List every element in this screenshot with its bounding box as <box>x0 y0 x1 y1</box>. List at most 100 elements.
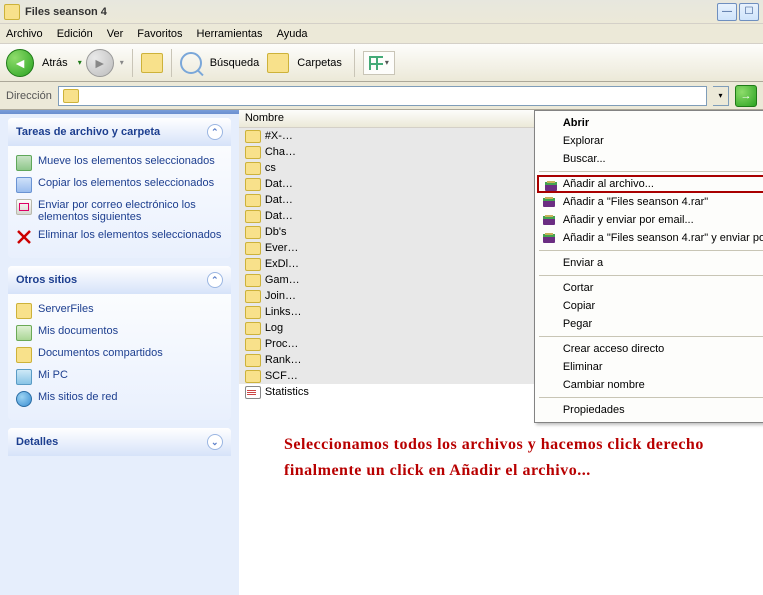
task-copy[interactable]: Copiar los elementos seleccionados <box>16 174 223 196</box>
tasks-panel-title: Tareas de archivo y carpeta <box>16 126 160 138</box>
details-panel: Detalles ⌄ <box>8 428 231 456</box>
cm-copy[interactable]: Copiar <box>537 297 763 315</box>
context-menu: Abrir Explorar Buscar... Añadir al archi… <box>534 110 763 423</box>
menu-favorites[interactable]: Favoritos <box>137 28 182 40</box>
menu-help[interactable]: Ayuda <box>277 28 308 40</box>
chevron-up-icon[interactable]: ⌃ <box>207 124 223 140</box>
tasks-panel: Tareas de archivo y carpeta ⌃ Mueve los … <box>8 118 231 258</box>
cm-properties[interactable]: Propiedades <box>537 401 763 419</box>
sidebar: Tareas de archivo y carpeta ⌃ Mueve los … <box>0 110 239 595</box>
folder-icon <box>245 354 261 367</box>
winrar-icon <box>542 196 556 208</box>
chevron-down-icon[interactable]: ⌄ <box>207 434 223 450</box>
folder-icon <box>245 370 261 383</box>
forward-dropdown[interactable]: ▾ <box>120 58 124 67</box>
file-name: Cha… <box>265 146 561 158</box>
place-serverfiles[interactable]: ServerFiles <box>16 300 223 322</box>
file-name: Log <box>265 322 561 334</box>
place-mydocs[interactable]: Mis documentos <box>16 322 223 344</box>
copy-icon <box>16 177 32 193</box>
file-name: Join… <box>265 290 561 302</box>
menu-tools[interactable]: Herramientas <box>197 28 263 40</box>
address-input[interactable] <box>58 86 707 106</box>
folder-icon <box>245 130 261 143</box>
address-label: Dirección <box>6 90 52 102</box>
file-name: Dat… <box>265 194 561 206</box>
menu-file[interactable]: Archivo <box>6 28 43 40</box>
file-name: cs <box>265 162 561 174</box>
folder-icon <box>245 242 261 255</box>
computer-icon <box>16 369 32 385</box>
details-panel-title: Detalles <box>16 436 58 448</box>
toolbar: ◄ Atrás ▾ ► ▾ Búsqueda Carpetas ▾ <box>0 44 763 82</box>
views-button[interactable]: ▾ <box>363 51 395 75</box>
winrar-icon <box>542 232 556 244</box>
search-icon[interactable] <box>180 52 202 74</box>
title-bar: Files seanson 4 — ☐ <box>0 0 763 24</box>
chevron-up-icon[interactable]: ⌃ <box>207 272 223 288</box>
task-move[interactable]: Mueve los elementos seleccionados <box>16 152 223 174</box>
col-name[interactable]: Nombre <box>239 110 559 127</box>
folders-icon[interactable] <box>267 53 289 73</box>
task-delete[interactable]: Eliminar los elementos seleccionados <box>16 226 223 248</box>
places-panel-title: Otros sitios <box>16 274 77 286</box>
folder-icon <box>245 210 261 223</box>
mail-icon <box>16 199 32 215</box>
folder-icon <box>245 322 261 335</box>
file-name: Rank… <box>265 354 561 366</box>
file-name: Dat… <box>265 178 561 190</box>
winrar-icon <box>544 180 558 192</box>
go-button[interactable]: → <box>735 85 757 107</box>
back-dropdown[interactable]: ▾ <box>78 58 82 67</box>
back-label: Atrás <box>38 57 72 69</box>
folder-icon <box>245 146 261 159</box>
task-mail[interactable]: Enviar por correo electrónico los elemen… <box>16 196 223 226</box>
move-icon <box>16 155 32 171</box>
minimize-button[interactable]: — <box>717 3 737 21</box>
cm-search[interactable]: Buscar... <box>537 150 763 168</box>
forward-button[interactable]: ► <box>86 49 114 77</box>
winrar-icon <box>542 214 556 226</box>
cm-paste[interactable]: Pegar <box>537 315 763 333</box>
file-name: Gam… <box>265 274 561 286</box>
folder-icon <box>245 258 261 271</box>
address-folder-icon <box>63 89 79 103</box>
globe-icon <box>16 391 32 407</box>
menu-edit[interactable]: Edición <box>57 28 93 40</box>
cm-add-archive[interactable]: Añadir al archivo... <box>537 175 763 193</box>
cm-rename[interactable]: Cambiar nombre <box>537 376 763 394</box>
up-folder-button[interactable] <box>141 53 163 73</box>
cm-add-named-email[interactable]: Añadir a "Files seanson 4.rar" y enviar … <box>537 229 763 247</box>
back-button[interactable]: ◄ <box>6 49 34 77</box>
cm-shortcut[interactable]: Crear acceso directo <box>537 340 763 358</box>
cm-cut[interactable]: Cortar <box>537 279 763 297</box>
menu-view[interactable]: Ver <box>107 28 124 40</box>
place-mypc[interactable]: Mi PC <box>16 366 223 388</box>
window-title: Files seanson 4 <box>25 6 717 18</box>
file-name: Db's <box>265 226 561 238</box>
folder-icon <box>16 303 32 319</box>
folder-icon <box>245 306 261 319</box>
folders-label[interactable]: Carpetas <box>293 57 346 69</box>
file-name: ExDl… <box>265 258 561 270</box>
file-name: Links… <box>265 306 561 318</box>
address-dropdown[interactable]: ▾ <box>713 86 729 106</box>
file-name: Proc… <box>265 338 561 350</box>
file-icon <box>245 386 261 399</box>
cm-add-email[interactable]: Añadir y enviar por email... <box>537 211 763 229</box>
delete-icon <box>16 229 32 245</box>
place-shared[interactable]: Documentos compartidos <box>16 344 223 366</box>
folder-icon <box>245 338 261 351</box>
folder-icon <box>245 274 261 287</box>
folder-icon <box>245 226 261 239</box>
cm-add-named[interactable]: Añadir a "Files seanson 4.rar" <box>537 193 763 211</box>
cm-explore[interactable]: Explorar <box>537 132 763 150</box>
cm-delete[interactable]: Eliminar <box>537 358 763 376</box>
cm-open[interactable]: Abrir <box>537 114 763 132</box>
file-name: #X-… <box>265 130 561 142</box>
search-label[interactable]: Búsqueda <box>206 57 264 69</box>
file-name: SCF… <box>265 370 561 382</box>
cm-send-to[interactable]: Enviar a <box>537 254 763 272</box>
maximize-button[interactable]: ☐ <box>739 3 759 21</box>
place-network[interactable]: Mis sitios de red <box>16 388 223 410</box>
